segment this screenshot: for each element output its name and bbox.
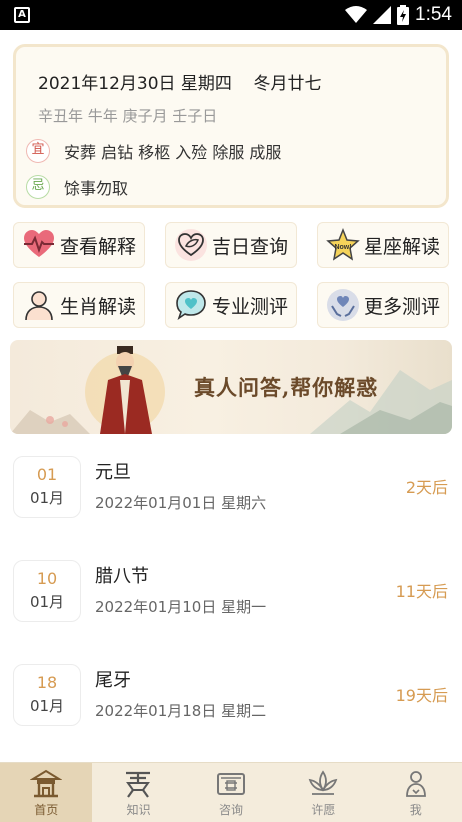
holiday-list-item-partial [0,742,462,762]
calendar-month: 01月 [29,593,65,611]
yi-text: 安葬 启钻 移柩 入殓 除服 成服 [64,143,282,162]
tab-wish[interactable]: 许愿 [277,763,369,822]
heart-leaf-icon [175,229,207,261]
svg-text:Now!: Now! [334,244,351,251]
holiday-list-item[interactable]: 01 01月 元旦 2022年01月01日 星期六 2天后 [0,436,462,532]
almanac-card[interactable]: 2021年12月30日 星期四 冬月廿七 辛丑年 牛年 庚子月 壬子日 宜 安葬… [13,44,449,208]
ji-text: 馀事勿取 [64,179,129,198]
holiday-name: 尾牙 [95,670,131,691]
hands-heart-icon [327,289,359,321]
feature-label: 星座解读 [364,235,441,258]
star-now-icon: Now! [326,228,360,261]
holiday-remaining-days: 2天后 [405,478,448,497]
cell-signal-icon [373,6,392,24]
app-notification-icon: A [14,7,30,23]
book-stand-icon [126,771,151,798]
holiday-name: 元旦 [95,462,131,483]
banner-text: 真人问答,帮你解惑 [194,375,379,400]
tab-label: 许愿 [311,803,336,817]
yi-badge-icon: 宜 [26,139,50,163]
sage-figure-illustration [85,346,165,434]
calendar-date-box: 01 01月 [13,456,81,518]
heartbeat-icon [24,230,54,257]
ji-badge-icon: 忌 [26,175,50,199]
status-bar: A 1:54 [0,0,462,30]
feature-professional-test-button[interactable]: 专业测评 [165,282,297,328]
holiday-list-item[interactable]: 10 01月 腊八节 2022年01月10日 星期一 11天后 [0,540,462,636]
calendar-day: 10 [36,569,58,588]
feature-label: 生肖解读 [60,295,137,318]
yi-row: 宜 安葬 启钻 移柩 入殓 除服 成服 [26,139,281,163]
tab-me[interactable]: 我 [370,763,462,822]
temple-icon [30,769,62,798]
feature-chinese-zodiac-button[interactable]: 生肖解读 [13,282,145,328]
feature-label: 查看解释 [60,235,137,258]
calendar-month: 01月 [29,489,65,507]
almanac-ganzhi: 辛丑年 牛年 庚子月 壬子日 [38,107,218,125]
holiday-list-item[interactable]: 18 01月 尾牙 2022年01月18日 星期二 19天后 [0,644,462,740]
tab-label: 知识 [126,803,151,817]
battery-icon [397,5,410,25]
holiday-date: 2022年01月18日 星期二 [95,702,267,720]
holiday-remaining-days: 19天后 [395,686,448,705]
feature-zodiac-button[interactable]: Now! 星座解读 [317,222,449,268]
feature-label: 吉日查询 [212,235,289,258]
holiday-date: 2022年01月01日 星期六 [95,494,267,512]
holiday-name: 腊八节 [95,566,149,587]
tab-label: 我 [409,803,422,817]
holiday-remaining-days: 11天后 [395,582,448,601]
ji-row: 忌 馀事勿取 [26,175,128,199]
tab-home[interactable]: 首页 [0,763,93,822]
calendar-date-box: 18 01月 [13,664,81,726]
tab-label: 首页 [34,803,59,817]
status-time: 1:54 [415,4,452,25]
calendar-month: 01月 [29,697,65,715]
person-icon [25,291,53,321]
feature-view-explanation-button[interactable]: 查看解释 [13,222,145,268]
tab-consult[interactable]: 咨询 [185,763,277,822]
calendar-day: 01 [36,465,58,484]
consult-banner[interactable]: 真人问答,帮你解惑 [10,340,452,434]
lotus-icon [308,770,338,795]
feature-lucky-day-button[interactable]: 吉日查询 [165,222,297,268]
feature-more-tests-button[interactable]: 更多测评 [317,282,449,328]
holiday-date: 2022年01月10日 星期一 [95,598,267,616]
tab-label: 咨询 [218,803,243,817]
chat-heart-icon [176,290,206,320]
almanac-date: 2021年12月30日 星期四 冬月廿七 [38,74,322,94]
bottom-tab-bar: 首页 知识 咨询 许愿 我 [0,762,462,822]
calendar-day: 18 [36,673,58,692]
feature-label: 专业测评 [212,295,289,318]
calendar-date-box: 10 01月 [13,560,81,622]
tab-knowledge[interactable]: 知识 [92,763,184,822]
consult-box-icon [216,773,245,795]
feature-label: 更多测评 [364,295,441,318]
user-icon [405,771,426,797]
wifi-icon [345,6,368,23]
